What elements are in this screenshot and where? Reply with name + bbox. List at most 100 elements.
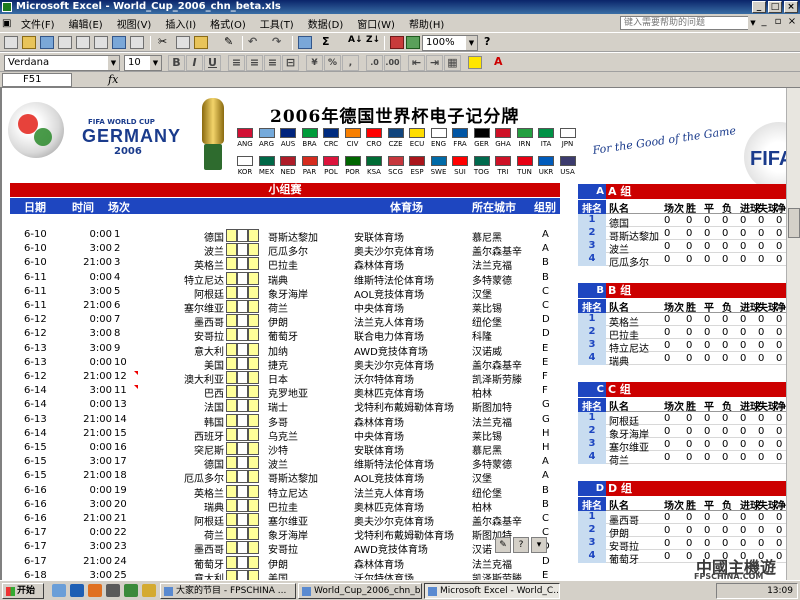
match-row[interactable]: 6-16 0:00 19 英格兰 特立尼达 法兰克人体育场 纽伦堡 B xyxy=(10,484,560,500)
menu-window[interactable]: 窗口(W) xyxy=(350,16,402,31)
score-b-input[interactable] xyxy=(248,456,259,470)
score-a-input[interactable] xyxy=(226,399,237,413)
standings-row[interactable]: 1 墨西哥 0 0 0 0 0 0 0 xyxy=(578,511,790,527)
score-a-input[interactable] xyxy=(226,527,237,541)
task-excel[interactable]: Microsoft Excel - World_C... xyxy=(424,583,560,599)
standings-row[interactable]: 4 瑞典 0 0 0 0 0 0 0 xyxy=(578,352,790,368)
task-folder[interactable]: World_Cup_2006_chn_beta xyxy=(298,583,422,599)
doc-close-button[interactable]: × xyxy=(786,16,798,27)
undo-icon[interactable]: ↶ xyxy=(248,35,257,48)
standings-row[interactable]: 3 塞尔维亚 0 0 0 0 0 0 0 xyxy=(578,438,790,454)
standings-row[interactable]: 4 荷兰 0 0 0 0 0 0 0 xyxy=(578,451,790,467)
document-icon[interactable]: ▣ xyxy=(0,18,14,29)
doc-restore-button[interactable]: ▫ xyxy=(772,16,784,27)
score-b-input[interactable] xyxy=(248,427,259,441)
task-fpschina[interactable]: 大家的节目 - FPSCHINA ... xyxy=(160,583,296,599)
score-b-input[interactable] xyxy=(248,285,259,299)
standings-row[interactable]: 1 英格兰 0 0 0 0 0 0 0 xyxy=(578,313,790,329)
score-a-input[interactable] xyxy=(226,427,237,441)
vertical-scrollbar[interactable] xyxy=(786,88,800,580)
score-b-input[interactable] xyxy=(248,356,259,370)
chevron-down-icon[interactable]: ▼ xyxy=(466,36,477,50)
match-row[interactable]: 6-14 21:00 15 西班牙 乌克兰 中央体育场 莱比锡 H xyxy=(10,427,560,443)
close-button[interactable]: × xyxy=(784,1,798,13)
menu-data[interactable]: 数据(D) xyxy=(301,16,351,31)
score-b-input[interactable] xyxy=(248,271,259,285)
help-search-input[interactable]: 键入需要帮助的问题 xyxy=(620,16,758,30)
new-icon[interactable] xyxy=(4,36,18,49)
fx-label[interactable]: fx xyxy=(108,73,118,86)
excel-quick-icon[interactable] xyxy=(124,584,138,597)
score-b-input[interactable] xyxy=(248,555,259,569)
score-b-input[interactable] xyxy=(248,569,259,580)
score-a-input[interactable] xyxy=(226,442,237,455)
score-a-input[interactable] xyxy=(226,328,237,342)
score-b-input[interactable] xyxy=(248,257,259,271)
match-row[interactable]: 6-12 21:00 12 澳大利亚 日本 沃尔特体育场 凯泽斯劳滕 F xyxy=(10,371,560,386)
sort-ascending-icon[interactable]: A↓ xyxy=(348,35,363,45)
save-icon[interactable] xyxy=(40,36,54,49)
match-row[interactable]: 6-14 3:00 11 巴西 克罗地亚 奥林匹克体育场 柏林 F xyxy=(10,385,560,400)
autosum-icon[interactable]: Σ xyxy=(322,35,330,48)
standings-row[interactable]: 1 阿根廷 0 0 0 0 0 0 0 xyxy=(578,412,790,428)
match-row[interactable]: 6-10 0:00 1 德国 哥斯达黎加 安联体育场 慕尼黑 A xyxy=(10,229,560,244)
align-left-button[interactable]: ≡ xyxy=(228,55,245,71)
comment-indicator-icon[interactable] xyxy=(134,385,138,390)
score-a-input[interactable] xyxy=(226,569,237,580)
score-a-input[interactable] xyxy=(226,271,237,285)
drawing-icon[interactable] xyxy=(406,36,420,49)
score-a-input[interactable] xyxy=(226,456,237,470)
underline-button[interactable]: U xyxy=(204,55,221,71)
score-a-input[interactable] xyxy=(226,541,237,555)
research-icon[interactable] xyxy=(130,36,144,49)
standings-row[interactable]: 4 厄瓜多尔 0 0 0 0 0 0 0 xyxy=(578,253,790,269)
score-b-input[interactable] xyxy=(248,314,259,328)
percent-button[interactable]: % xyxy=(324,55,341,71)
sort-descending-icon[interactable]: Z↓ xyxy=(366,35,380,45)
match-row[interactable]: 6-11 3:00 5 阿根廷 象牙海岸 AOL竞技体育场 汉堡 C xyxy=(10,285,560,301)
score-a-input[interactable] xyxy=(226,484,237,498)
standings-row[interactable]: 2 象牙海岸 0 0 0 0 0 0 0 xyxy=(578,425,790,441)
help-icon[interactable]: ? xyxy=(484,35,490,48)
print-icon[interactable] xyxy=(76,36,90,49)
match-row[interactable]: 6-12 3:00 8 安哥拉 葡萄牙 联合电力体育场 科隆 D xyxy=(10,328,560,343)
help-dropdown-icon[interactable]: ▼ xyxy=(748,16,758,30)
standings-row[interactable]: 2 巴拉圭 0 0 0 0 0 0 0 xyxy=(578,326,790,342)
score-b-input[interactable] xyxy=(248,385,259,399)
hyperlink-icon[interactable] xyxy=(298,36,312,49)
font-color-icon[interactable]: A xyxy=(494,55,503,68)
decrease-indent-button[interactable]: ⇤ xyxy=(408,55,425,71)
font-name-select[interactable]: Verdana ▼ xyxy=(4,55,120,71)
name-box[interactable]: F51 xyxy=(2,73,72,87)
folder-quick-icon[interactable] xyxy=(142,584,156,597)
score-a-input[interactable] xyxy=(226,229,237,242)
score-a-input[interactable] xyxy=(226,385,237,399)
minimize-button[interactable]: _ xyxy=(752,1,766,13)
comment-indicator-icon[interactable] xyxy=(134,371,138,375)
align-right-button[interactable]: ≡ xyxy=(264,55,281,71)
doc-minimize-button[interactable]: _ xyxy=(758,16,770,27)
scroll-thumb[interactable] xyxy=(788,208,800,238)
cut-icon[interactable]: ✂ xyxy=(158,35,167,48)
standings-row[interactable]: 2 哥斯达黎加 0 0 0 0 0 0 0 xyxy=(578,227,790,243)
menu-edit[interactable]: 编辑(E) xyxy=(62,16,110,31)
permission-icon[interactable] xyxy=(58,36,72,49)
decrease-decimal-button[interactable]: .00 xyxy=(384,55,401,71)
match-row[interactable]: 6-10 21:00 3 英格兰 巴拉圭 森林体育场 法兰克福 B xyxy=(10,257,560,272)
firefox-icon[interactable] xyxy=(88,584,102,597)
start-button[interactable]: 开始 xyxy=(2,583,44,599)
score-b-input[interactable] xyxy=(248,470,259,484)
score-b-input[interactable] xyxy=(248,513,259,526)
align-center-button[interactable]: ≡ xyxy=(246,55,263,71)
score-b-input[interactable] xyxy=(248,229,259,242)
menu-insert[interactable]: 插入(I) xyxy=(158,16,203,31)
score-a-input[interactable] xyxy=(226,314,237,328)
score-b-input[interactable] xyxy=(248,328,259,342)
score-a-input[interactable] xyxy=(226,555,237,569)
match-row[interactable]: 6-15 21:00 18 厄瓜多尔 哥斯达黎加 AOL竞技体育场 汉堡 A xyxy=(10,470,560,485)
italic-button[interactable]: I xyxy=(186,55,203,71)
match-row[interactable]: 6-13 21:00 14 韩国 多哥 森林体育场 法兰克福 G xyxy=(10,413,560,429)
score-b-input[interactable] xyxy=(248,498,259,512)
standings-row[interactable]: 3 安哥拉 0 0 0 0 0 0 0 xyxy=(578,537,790,553)
match-row[interactable]: 6-17 21:00 24 葡萄牙 伊朗 森林体育场 法兰克福 D xyxy=(10,555,560,571)
